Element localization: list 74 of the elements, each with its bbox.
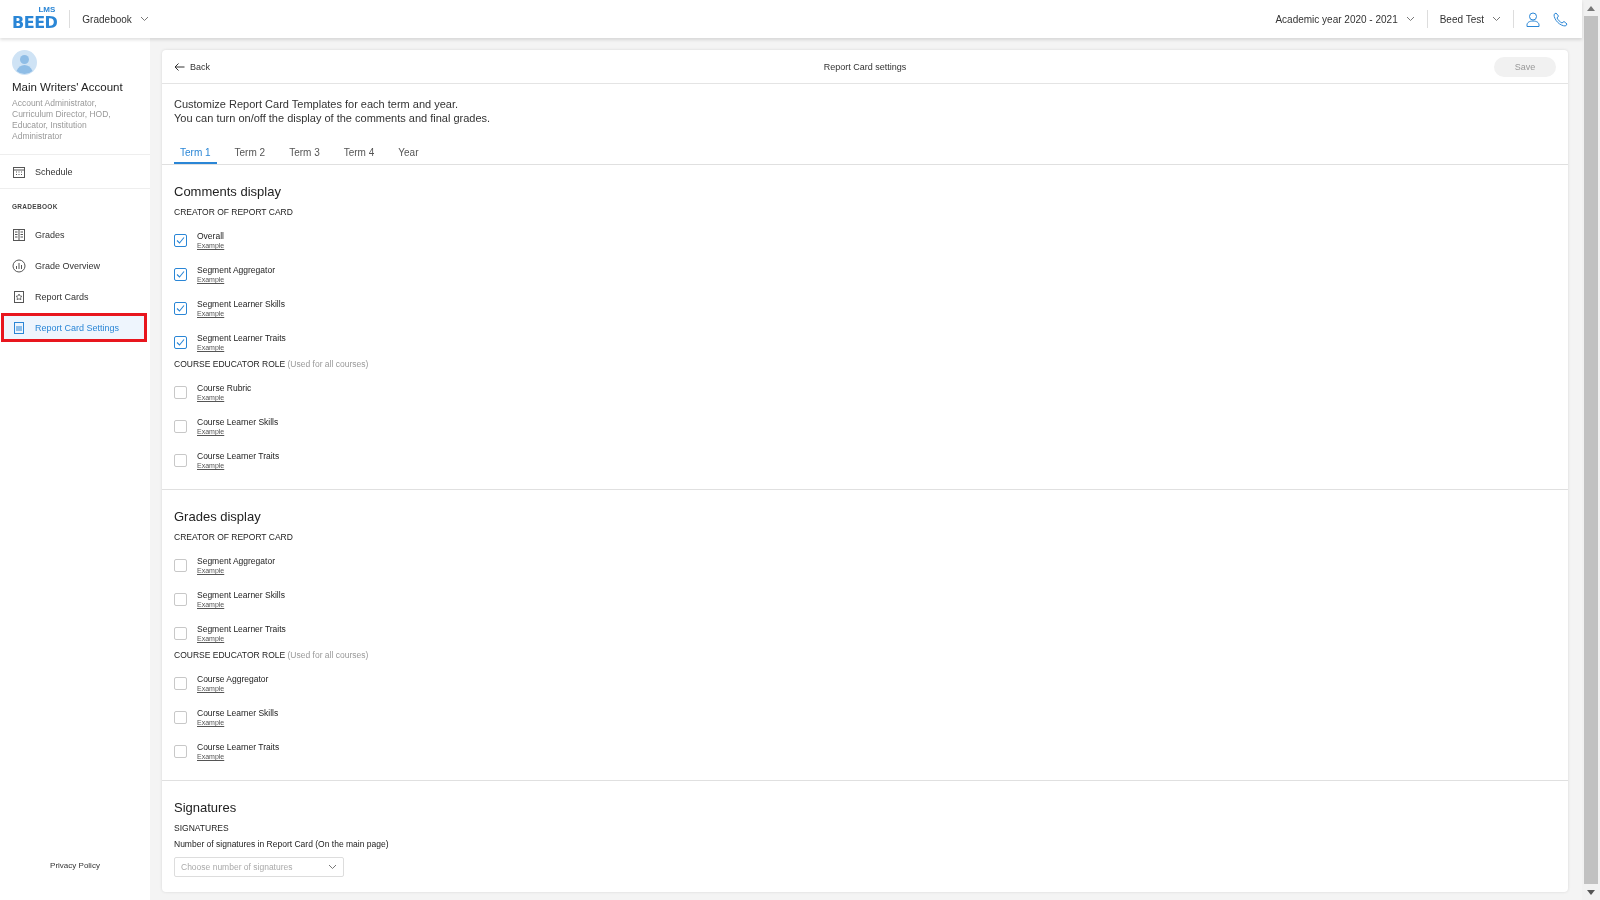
option-label: Course Aggregator [197,674,269,684]
checkbox[interactable] [174,233,187,247]
account-name: Main Writers' Account [12,81,124,93]
checkbox[interactable] [174,676,187,690]
sidebar-item[interactable]: Schedule [0,157,150,186]
chevron-down-icon [139,16,149,22]
logo-superscript: LMS [38,6,56,14]
back-link[interactable]: Back [174,61,210,72]
grid-icon [12,227,26,242]
logo-wordmark: BEED [12,13,58,32]
section-title: Comments display [174,184,282,199]
tab[interactable]: Term 1 [174,145,217,164]
calendar-icon [12,164,26,179]
option-label: Course Learner Traits [197,742,280,752]
option-label: Segment Learner Skills [197,590,285,600]
tab[interactable]: Term 4 [337,145,381,164]
scroll-down-icon[interactable] [1587,889,1595,895]
sidebar-item[interactable]: Report Cards [0,282,150,311]
option-label: Course Learner Traits [197,451,280,461]
option-label: Segment Learner Traits [197,333,286,343]
checkbox[interactable] [174,626,187,640]
chevron-down-icon [1405,16,1415,22]
checkbox[interactable] [174,335,187,349]
phone-icon[interactable] [1553,11,1568,27]
academic-year-dropdown[interactable]: Academic year 2020 - 2021 [1275,13,1415,25]
scrollbar-thumb[interactable] [1584,16,1598,884]
option-label: Overall [197,231,225,241]
document-icon [12,320,26,335]
group-label: CREATOR OF REPORT CARD [174,207,294,217]
group-label: CREATOR OF REPORT CARD [174,532,294,542]
sidebar-item[interactable]: Grades [0,220,150,249]
option-label: Segment Aggregator [197,265,275,275]
sidebar-item[interactable]: Grade Overview [0,251,150,280]
option-label: Segment Aggregator [197,556,275,566]
tab[interactable]: Term 3 [283,145,326,164]
user-icon[interactable] [1526,11,1540,27]
tab[interactable]: Term 2 [228,145,272,164]
intro-text: Customize Report Card Templates for each term and year. [174,97,460,111]
option-label: Course Learner Skills [197,417,279,427]
scroll-up-icon[interactable] [1587,5,1595,11]
page-title: Report Card settings [823,61,907,72]
checkbox[interactable] [174,453,187,467]
group-label: COURSE EDUCATOR ROLE (Used for all courses) [174,359,370,369]
option-label: Course Rubric [197,383,252,393]
section-title: Grades display [174,509,262,524]
group-label: COURSE EDUCATOR ROLE (Used for all courses) [174,650,370,660]
section-title: Signatures [174,800,238,815]
checkbox[interactable] [174,592,187,606]
option-label: Segment Learner Traits [197,624,286,634]
account-roles: Account Administrator, Curriculum Director, HOD, Educator, Institution Administrator [12,98,112,142]
checkbox[interactable] [174,744,187,758]
bar-chart-icon [12,258,26,273]
tab[interactable]: Year [392,145,425,164]
avatar [12,50,37,75]
chevron-down-icon [1492,16,1501,22]
checkbox[interactable] [174,558,187,572]
sidebar-item[interactable]: Report Card Settings [1,313,147,342]
group-label: SIGNATURES [174,823,230,833]
intro-text: You can turn on/off the display of the comments and final grades. [174,111,492,125]
checkbox[interactable] [174,267,187,281]
option-label: Course Learner Skills [197,708,279,718]
checkbox[interactable] [174,710,187,724]
user-dropdown[interactable]: Beed Test [1439,13,1501,25]
option-label: Segment Learner Skills [197,299,285,309]
checkbox[interactable] [174,301,187,315]
privacy-policy-link[interactable]: Privacy Policy [0,861,150,900]
chevron-down-icon [328,864,337,870]
signatures-description: Number of signatures in Report Card (On the main page) [174,839,390,849]
checkbox[interactable] [174,385,187,399]
module-dropdown[interactable]: Gradebook [82,13,149,25]
document-icon [12,289,26,304]
logo[interactable]: LMS BEED [12,6,58,32]
arrow-left-icon [174,62,185,71]
checkbox[interactable] [174,419,187,433]
